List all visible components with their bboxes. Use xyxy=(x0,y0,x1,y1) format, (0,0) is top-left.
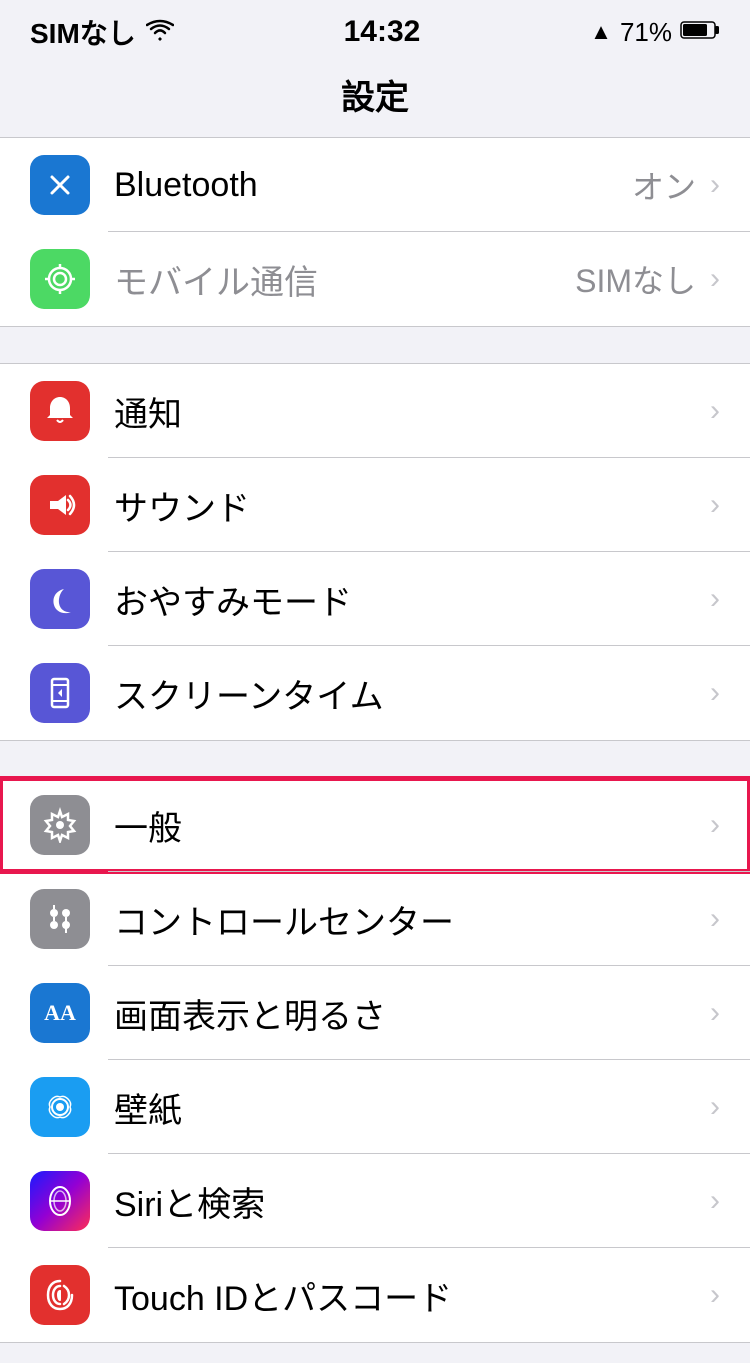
location-icon: ▲ xyxy=(590,19,612,45)
touchid-icon xyxy=(30,1265,90,1325)
dnd-label: おやすみモード xyxy=(114,575,710,624)
settings-item-controlcenter[interactable]: コントロールセンター › xyxy=(0,872,750,966)
dnd-chevron: › xyxy=(710,582,720,616)
settings-item-display[interactable]: AA 画面表示と明るさ › xyxy=(0,966,750,1060)
screentime-icon xyxy=(30,663,90,723)
sounds-label: サウンド xyxy=(114,481,710,530)
settings-item-dnd[interactable]: おやすみモード › xyxy=(0,552,750,646)
wallpaper-icon xyxy=(30,1077,90,1137)
dnd-icon xyxy=(30,569,90,629)
status-time: 14:32 xyxy=(344,15,421,49)
sounds-icon xyxy=(30,475,90,535)
cellular-value: SIMなし xyxy=(575,256,696,302)
notifications-chevron: › xyxy=(710,394,720,428)
battery-percent: 71% xyxy=(620,17,672,48)
general-icon xyxy=(30,795,90,855)
cellular-chevron: › xyxy=(710,262,720,296)
cellular-icon xyxy=(30,249,90,309)
notifications-label: 通知 xyxy=(114,387,710,436)
cellular-label: モバイル通信 xyxy=(114,255,575,304)
display-chevron: › xyxy=(710,996,720,1030)
settings-item-touchid[interactable]: Touch IDとパスコード › xyxy=(0,1248,750,1342)
page-title: 設定 xyxy=(0,60,750,137)
siri-chevron: › xyxy=(710,1184,720,1218)
wallpaper-chevron: › xyxy=(710,1090,720,1124)
settings-section-connectivity: Bluetooth オン › モバイル通信 SIMなし › xyxy=(0,137,750,327)
settings-list-general: 一般 › コントロールセンター › AA xyxy=(0,777,750,1343)
settings-section-notifications: 通知 › サウンド › おやすみモード › xyxy=(0,363,750,741)
bluetooth-value: オン xyxy=(632,162,696,208)
status-bar: SIMなし 14:32 ▲ 71% xyxy=(0,0,750,60)
wallpaper-label: 壁紙 xyxy=(114,1083,710,1132)
screentime-chevron: › xyxy=(710,676,720,710)
status-carrier: SIMなし xyxy=(30,12,174,52)
settings-item-wallpaper[interactable]: 壁紙 › xyxy=(0,1060,750,1154)
bluetooth-icon xyxy=(30,155,90,215)
siri-label: Siriと検索 xyxy=(114,1177,710,1226)
section-gap-1 xyxy=(0,327,750,363)
controlcenter-chevron: › xyxy=(710,902,720,936)
settings-item-siri[interactable]: Siriと検索 › xyxy=(0,1154,750,1248)
bottom-padding xyxy=(0,1343,750,1363)
settings-item-sounds[interactable]: サウンド › xyxy=(0,458,750,552)
controlcenter-icon xyxy=(30,889,90,949)
settings-list-connectivity: Bluetooth オン › モバイル通信 SIMなし › xyxy=(0,137,750,327)
touchid-chevron: › xyxy=(710,1278,720,1312)
bluetooth-chevron: › xyxy=(710,168,720,202)
display-icon: AA xyxy=(30,983,90,1043)
settings-item-cellular[interactable]: モバイル通信 SIMなし › xyxy=(0,232,750,326)
wifi-icon xyxy=(146,16,174,48)
screentime-label: スクリーンタイム xyxy=(114,669,710,718)
settings-item-general[interactable]: 一般 › xyxy=(0,778,750,872)
settings-item-notifications[interactable]: 通知 › xyxy=(0,364,750,458)
siri-icon xyxy=(30,1171,90,1231)
settings-list-notifications: 通知 › サウンド › おやすみモード › xyxy=(0,363,750,741)
touchid-label: Touch IDとパスコード xyxy=(114,1271,710,1320)
settings-item-bluetooth[interactable]: Bluetooth オン › xyxy=(0,138,750,232)
section-gap-2 xyxy=(0,741,750,777)
settings-section-general: 一般 › コントロールセンター › AA xyxy=(0,777,750,1343)
display-label: 画面表示と明るさ xyxy=(114,989,710,1038)
sounds-chevron: › xyxy=(710,488,720,522)
general-chevron: › xyxy=(710,808,720,842)
notifications-icon xyxy=(30,381,90,441)
settings-item-screentime[interactable]: スクリーンタイム › xyxy=(0,646,750,740)
controlcenter-label: コントロールセンター xyxy=(114,895,710,944)
status-right: ▲ 71% xyxy=(590,17,720,48)
battery-icon xyxy=(680,17,720,48)
general-label: 一般 xyxy=(114,801,710,850)
bluetooth-label: Bluetooth xyxy=(114,166,632,205)
